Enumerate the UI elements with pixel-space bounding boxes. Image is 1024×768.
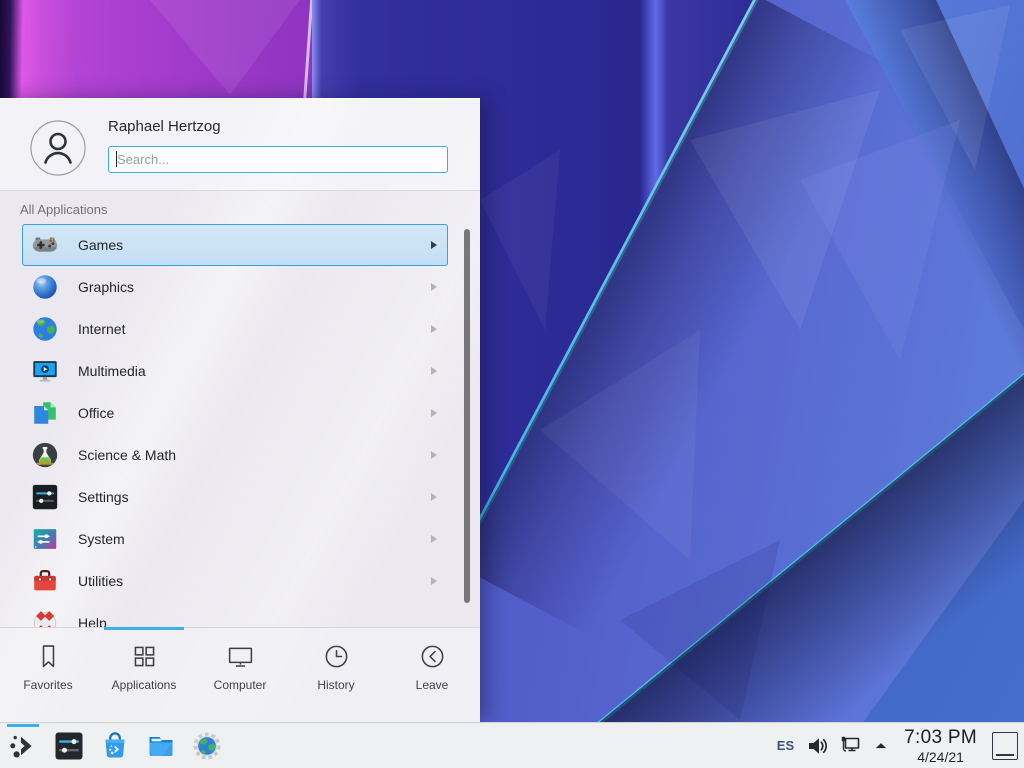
- sliders-dark-icon: [30, 482, 60, 512]
- menu-item-games[interactable]: Games: [22, 224, 448, 266]
- clock-time: 7:03 PM: [904, 728, 977, 747]
- tab-label: History: [317, 678, 354, 692]
- menu-item-settings[interactable]: Settings: [22, 476, 448, 518]
- user-avatar[interactable]: [30, 120, 86, 176]
- submenu-arrow-icon: [431, 241, 437, 249]
- search-field[interactable]: [108, 146, 448, 173]
- menu-item-label: Help: [78, 615, 107, 627]
- menu-item-label: Science & Math: [78, 447, 176, 463]
- sliders-gradient-icon: [30, 524, 60, 554]
- tab-history[interactable]: History: [288, 628, 384, 722]
- submenu-arrow-icon: [431, 535, 437, 543]
- menu-item-label: Internet: [78, 321, 125, 337]
- show-desktop-button[interactable]: [992, 732, 1018, 760]
- documents-icon: [30, 398, 60, 428]
- launcher-body: All Applications Games Graphics Internet Mu…: [0, 191, 480, 627]
- launcher-file-manager[interactable]: [142, 723, 180, 768]
- kde-launcher-icon: [7, 730, 39, 762]
- user-name: Raphael Hertzog: [108, 117, 480, 137]
- clock-icon: [322, 642, 351, 671]
- tab-label: Favorites: [23, 678, 72, 692]
- globe-icon: [30, 314, 60, 344]
- submenu-arrow-icon: [431, 283, 437, 291]
- system-tray: ES 7:03 PM 4/24/21: [775, 728, 1024, 764]
- search-input[interactable]: [109, 147, 447, 172]
- menu-item-help[interactable]: Help: [22, 602, 448, 627]
- menu-item-graphics[interactable]: Graphics: [22, 266, 448, 308]
- network-icon: [838, 734, 862, 758]
- tab-favorites[interactable]: Favorites: [0, 628, 96, 722]
- section-label: All Applications: [20, 202, 480, 218]
- tab-label: Leave: [416, 678, 449, 692]
- grid-icon: [130, 642, 159, 671]
- tab-bar: Favorites Applications Computer History Leav…: [0, 627, 480, 722]
- tab-label: Applications: [112, 678, 177, 692]
- menu-item-label: System: [78, 531, 125, 547]
- network-button[interactable]: [838, 734, 862, 758]
- keyboard-layout-button[interactable]: ES: [775, 738, 796, 753]
- folder-icon: [145, 730, 177, 762]
- menu-item-utilities[interactable]: Utilities: [22, 560, 448, 602]
- tab-applications[interactable]: Applications: [96, 628, 192, 722]
- menu-item-internet[interactable]: Internet: [22, 308, 448, 350]
- taskbar-launchers: [0, 723, 226, 768]
- menu-item-label: Office: [78, 405, 114, 421]
- submenu-arrow-icon: [431, 577, 437, 585]
- toolbox-icon: [30, 566, 60, 596]
- flask-icon: [30, 440, 60, 470]
- caret-up-icon: [871, 736, 891, 756]
- submenu-arrow-icon: [431, 409, 437, 417]
- taskbar-panel: ES 7:03 PM 4/24/21: [0, 722, 1024, 768]
- scrollbar-handle[interactable]: [464, 229, 470, 603]
- media-monitor-icon: [30, 356, 60, 386]
- submenu-arrow-icon: [431, 451, 437, 459]
- volume-button[interactable]: [805, 734, 829, 758]
- menu-item-multimedia[interactable]: Multimedia: [22, 350, 448, 392]
- monitor-icon: [226, 642, 255, 671]
- leave-icon: [418, 642, 447, 671]
- launcher-application-launcher[interactable]: [4, 723, 42, 768]
- menu-item-label: Graphics: [78, 279, 134, 295]
- menu-item-label: Utilities: [78, 573, 123, 589]
- launcher-discover[interactable]: [96, 723, 134, 768]
- tab-label: Computer: [214, 678, 267, 692]
- lifesaver-icon: [30, 608, 60, 627]
- menu-item-office[interactable]: Office: [22, 392, 448, 434]
- expand-tray-button[interactable]: [871, 736, 891, 756]
- menu-item-science-math[interactable]: Science & Math: [22, 434, 448, 476]
- launcher-header: Raphael Hertzog: [0, 99, 480, 191]
- submenu-arrow-icon: [431, 325, 437, 333]
- menu-item-label: Multimedia: [78, 363, 146, 379]
- digital-clock[interactable]: 7:03 PM 4/24/21: [900, 728, 981, 764]
- category-list: Games Graphics Internet Multimedia Office Sci…: [0, 224, 480, 627]
- globe-gear-icon: [191, 730, 223, 762]
- bookmark-icon: [34, 642, 63, 671]
- sphere-icon: [30, 272, 60, 302]
- tab-computer[interactable]: Computer: [192, 628, 288, 722]
- application-launcher-popup: Raphael Hertzog All Applications Games Gr…: [0, 98, 480, 722]
- clock-date: 4/24/21: [904, 750, 977, 764]
- menu-item-label: Games: [78, 237, 123, 253]
- menu-item-system[interactable]: System: [22, 518, 448, 560]
- discover-bag-icon: [99, 730, 131, 762]
- volume-icon: [805, 734, 829, 758]
- gamepad-icon: [30, 230, 60, 260]
- submenu-arrow-icon: [431, 493, 437, 501]
- tab-leave[interactable]: Leave: [384, 628, 480, 722]
- settings-dark-icon: [53, 730, 85, 762]
- submenu-arrow-icon: [431, 367, 437, 375]
- launcher-system-settings[interactable]: [50, 723, 88, 768]
- menu-item-label: Settings: [78, 489, 129, 505]
- launcher-web-browser[interactable]: [188, 723, 226, 768]
